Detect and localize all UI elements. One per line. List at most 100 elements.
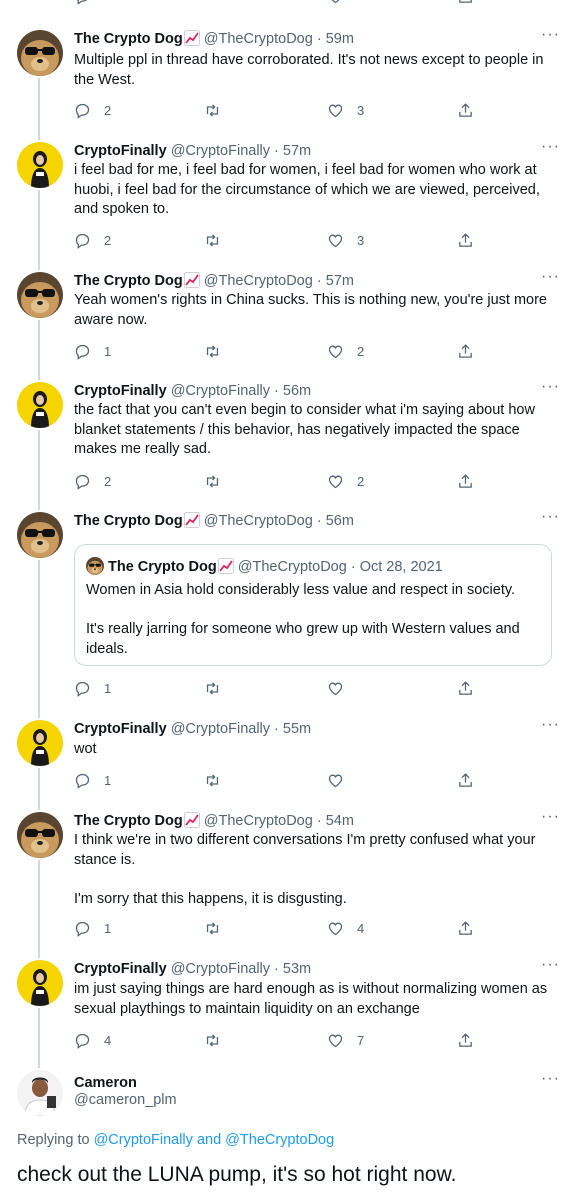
like-button[interactable]: 7 xyxy=(327,1030,364,1050)
like-button[interactable]: 2 xyxy=(327,471,364,491)
user-handle[interactable]: @TheCryptoDog xyxy=(204,513,313,529)
quoted-tweet[interactable]: The Crypto Dog @TheCryptoDog · Oct 28, 2… xyxy=(74,544,552,666)
like-button[interactable] xyxy=(327,0,344,6)
avatar[interactable] xyxy=(17,382,63,428)
tweet-actions: 4 7 xyxy=(74,1030,494,1050)
reply-button[interactable]: 1 xyxy=(74,918,111,938)
share-button[interactable] xyxy=(457,471,474,491)
retweet-icon xyxy=(204,772,221,789)
retweet-button[interactable] xyxy=(204,341,234,361)
avatar[interactable] xyxy=(17,512,63,558)
like-count: 3 xyxy=(357,232,365,248)
display-name[interactable]: CryptoFinally xyxy=(74,143,167,159)
reply-button[interactable]: 4 xyxy=(74,1030,111,1050)
user-handle[interactable]: @cameron_plm xyxy=(74,1092,177,1108)
reply-button[interactable]: 2 xyxy=(74,230,111,250)
more-icon[interactable]: ··· xyxy=(541,27,559,48)
avatar[interactable] xyxy=(17,960,63,1006)
avatar[interactable] xyxy=(17,812,63,858)
tweet-header: CryptoFinally @CryptoFinally · 57m xyxy=(74,142,311,160)
reply-button[interactable]: 2 xyxy=(74,100,111,120)
separator: · xyxy=(316,813,322,829)
more-icon[interactable]: ··· xyxy=(541,509,559,530)
more-icon[interactable]: ··· xyxy=(541,379,559,400)
retweet-button[interactable] xyxy=(204,678,234,698)
timestamp[interactable]: 57m xyxy=(283,143,311,159)
more-icon[interactable]: ··· xyxy=(541,1071,559,1092)
retweet-button[interactable] xyxy=(204,471,234,491)
share-button[interactable] xyxy=(457,341,474,361)
display-name[interactable]: The Crypto Dog xyxy=(74,513,183,529)
share-button[interactable] xyxy=(457,918,474,938)
like-button[interactable]: 2 xyxy=(327,341,364,361)
retweet-button[interactable] xyxy=(204,770,234,790)
more-icon[interactable]: ··· xyxy=(541,269,559,290)
avatar[interactable] xyxy=(17,30,63,76)
display-name[interactable]: The Crypto Dog xyxy=(74,813,183,829)
user-handle[interactable]: @TheCryptoDog xyxy=(204,813,313,829)
more-icon[interactable]: ··· xyxy=(541,139,559,160)
avatar[interactable] xyxy=(17,272,63,318)
timestamp[interactable]: 54m xyxy=(326,813,354,829)
timestamp[interactable]: 59m xyxy=(326,31,354,47)
tweet-text: im just saying things are hard enough as… xyxy=(74,981,548,1017)
user-handle[interactable]: @CryptoFinally xyxy=(171,383,270,399)
share-button[interactable] xyxy=(457,678,474,698)
share-icon xyxy=(457,343,474,360)
share-button[interactable] xyxy=(457,230,474,250)
retweet-button[interactable] xyxy=(204,230,234,250)
reply-button[interactable]: 1 xyxy=(74,341,111,361)
share-button[interactable] xyxy=(457,0,474,6)
user-handle[interactable]: @CryptoFinally xyxy=(171,143,270,159)
reply-button[interactable] xyxy=(74,0,91,6)
retweet-icon xyxy=(204,343,221,360)
timestamp[interactable]: 53m xyxy=(283,961,311,977)
share-button[interactable] xyxy=(457,1030,474,1050)
display-name[interactable]: CryptoFinally xyxy=(74,383,167,399)
display-name[interactable]: CryptoFinally xyxy=(74,961,167,977)
reply-icon xyxy=(74,772,91,789)
share-button[interactable] xyxy=(457,770,474,790)
more-icon[interactable]: ··· xyxy=(541,717,559,738)
like-button[interactable] xyxy=(327,678,357,698)
chart-increasing-icon xyxy=(218,558,234,574)
reply-button[interactable]: 1 xyxy=(74,770,111,790)
retweet-button[interactable] xyxy=(204,100,234,120)
timestamp[interactable]: 56m xyxy=(326,513,354,529)
like-button[interactable]: 3 xyxy=(327,230,364,250)
retweet-button[interactable] xyxy=(204,1030,234,1050)
user-handle[interactable]: @CryptoFinally xyxy=(171,721,270,737)
like-count: 4 xyxy=(357,920,365,936)
user-handle[interactable]: @TheCryptoDog xyxy=(204,31,313,47)
replying-user-link[interactable]: @TheCryptoDog xyxy=(225,1132,334,1148)
tweet-actions: 1 xyxy=(74,678,494,698)
like-button[interactable]: 3 xyxy=(327,100,364,120)
like-button[interactable]: 4 xyxy=(327,918,364,938)
avatar[interactable] xyxy=(17,1070,63,1116)
avatar[interactable] xyxy=(17,720,63,766)
reply-button[interactable]: 1 xyxy=(74,678,111,698)
like-icon xyxy=(327,343,344,360)
timestamp[interactable]: 56m xyxy=(283,383,311,399)
timestamp[interactable]: 57m xyxy=(326,273,354,289)
reply-icon xyxy=(74,102,91,119)
avatar[interactable] xyxy=(17,142,63,188)
display-name[interactable]: The Crypto Dog xyxy=(74,273,183,289)
display-name[interactable]: CryptoFinally xyxy=(74,721,167,737)
user-handle[interactable]: @CryptoFinally xyxy=(171,961,270,977)
tweet-header: CryptoFinally @CryptoFinally · 56m xyxy=(74,382,311,400)
share-button[interactable] xyxy=(457,100,474,120)
user-handle[interactable]: @TheCryptoDog xyxy=(204,273,313,289)
replying-user-link[interactable]: @CryptoFinally xyxy=(94,1132,193,1148)
display-name[interactable]: The Crypto Dog xyxy=(74,31,183,47)
reply-button[interactable]: 2 xyxy=(74,471,111,491)
display-name[interactable]: Cameron xyxy=(74,1075,137,1091)
reply-count: 1 xyxy=(104,920,112,936)
retweet-button[interactable] xyxy=(204,918,234,938)
like-button[interactable] xyxy=(327,770,357,790)
more-icon[interactable]: ··· xyxy=(541,809,559,830)
more-icon[interactable]: ··· xyxy=(541,957,559,978)
thread-connector xyxy=(38,320,40,380)
cropped-action-row xyxy=(0,0,585,6)
timestamp[interactable]: 55m xyxy=(283,721,311,737)
